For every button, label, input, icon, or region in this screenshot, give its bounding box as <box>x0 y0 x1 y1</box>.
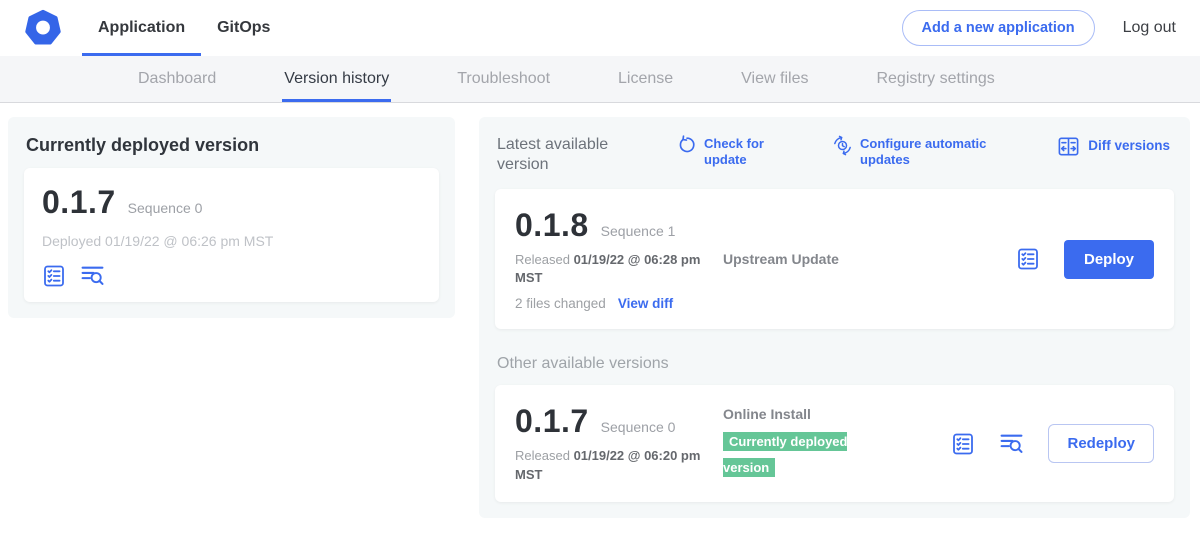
latest-version-number: 0.1.8 <box>515 207 589 244</box>
latest-available-panel: Latest available version Check for updat… <box>479 117 1190 518</box>
diff-table-icon <box>1057 135 1080 158</box>
other-released-timestamp: Released 01/19/22 @ 06:20 pm MST <box>515 447 711 483</box>
currently-deployed-badge-wrap: Currently deployed version <box>723 429 885 482</box>
replicated-logo-icon <box>24 9 62 47</box>
other-version-card: 0.1.7 Sequence 0 Released 01/19/22 @ 06:… <box>495 385 1174 501</box>
online-install-label: Online Install <box>723 406 935 422</box>
subnav-item-view-files[interactable]: View files <box>741 56 808 102</box>
latest-available-title: Latest available version <box>497 135 629 175</box>
preflight-checklist-icon[interactable] <box>951 432 975 456</box>
subnav-item-version-history[interactable]: Version history <box>284 56 389 102</box>
app-subnav: Dashboard Version history Troubleshoot L… <box>0 56 1200 103</box>
latest-version-source: Upstream Update <box>723 251 1000 267</box>
configure-automatic-updates-label: Configure automatic updates <box>860 136 1002 167</box>
current-sequence-label: Sequence 0 <box>128 200 203 216</box>
view-logs-icon[interactable] <box>999 431 1024 456</box>
upstream-update-label: Upstream Update <box>723 251 1000 267</box>
check-for-update-button[interactable]: Check for update <box>677 135 770 167</box>
deployed-timestamp: Deployed 01/19/22 @ 06:26 pm MST <box>42 233 421 249</box>
other-version-source: Online Install Currently deployed versio… <box>723 406 935 482</box>
logout-link[interactable]: Log out <box>1123 19 1176 37</box>
files-changed-row: 2 files changed View diff <box>515 296 723 311</box>
top-header: Application GitOps Add a new application… <box>0 0 1200 56</box>
refresh-icon <box>677 135 697 155</box>
other-sequence-label: Sequence 0 <box>601 419 676 435</box>
main-content: Currently deployed version 0.1.7 Sequenc… <box>0 103 1200 518</box>
tab-gitops-label: GitOps <box>217 19 270 37</box>
subnav-item-license[interactable]: License <box>618 56 673 102</box>
current-version-number: 0.1.7 <box>42 184 116 221</box>
view-diff-link[interactable]: View diff <box>618 296 673 311</box>
latest-version-info: 0.1.8 Sequence 1 Released 01/19/22 @ 06:… <box>515 207 723 311</box>
configure-automatic-updates-button[interactable]: Configure automatic updates <box>832 135 1002 167</box>
version-row: 0.1.7 Sequence 0 <box>42 184 421 221</box>
diff-versions-label: Diff versions <box>1088 138 1170 154</box>
tab-gitops[interactable]: GitOps <box>201 0 286 56</box>
subnav-item-dashboard[interactable]: Dashboard <box>138 56 216 102</box>
preflight-checklist-icon[interactable] <box>1016 247 1040 271</box>
subnav-item-registry-settings[interactable]: Registry settings <box>876 56 994 102</box>
latest-version-actions: Deploy <box>1016 240 1154 279</box>
other-version-number: 0.1.7 <box>515 403 589 440</box>
diff-versions-button[interactable]: Diff versions <box>1057 135 1170 158</box>
deploy-button[interactable]: Deploy <box>1064 240 1154 279</box>
version-row: 0.1.8 Sequence 1 <box>515 207 723 244</box>
other-version-actions: Redeploy <box>951 424 1154 463</box>
latest-sequence-label: Sequence 1 <box>601 223 676 239</box>
released-label: Released <box>515 252 570 267</box>
latest-released-timestamp: Released 01/19/22 @ 06:28 pm MST <box>515 251 711 287</box>
subnav-item-troubleshoot[interactable]: Troubleshoot <box>457 56 550 102</box>
preflight-checklist-icon[interactable] <box>42 264 66 288</box>
files-changed-count: 2 files changed <box>515 296 606 311</box>
tab-application-label: Application <box>98 19 185 37</box>
currently-deployed-title: Currently deployed version <box>26 135 437 156</box>
latest-available-header: Latest available version Check for updat… <box>497 135 1174 175</box>
header-tabs: Application GitOps <box>82 0 286 56</box>
clock-refresh-icon <box>832 135 853 156</box>
add-new-application-button[interactable]: Add a new application <box>902 10 1095 46</box>
header-right: Add a new application Log out <box>902 10 1176 46</box>
other-version-info: 0.1.7 Sequence 0 Released 01/19/22 @ 06:… <box>515 403 723 483</box>
tab-application[interactable]: Application <box>82 0 201 56</box>
current-version-actions <box>42 263 421 288</box>
version-row: 0.1.7 Sequence 0 <box>515 403 723 440</box>
currently-deployed-card: 0.1.7 Sequence 0 Deployed 01/19/22 @ 06:… <box>24 168 439 302</box>
view-logs-icon[interactable] <box>80 263 105 288</box>
check-for-update-label: Check for update <box>704 136 770 167</box>
other-available-versions-title: Other available versions <box>497 355 1172 373</box>
latest-version-card: 0.1.8 Sequence 1 Released 01/19/22 @ 06:… <box>495 189 1174 329</box>
released-label: Released <box>515 448 570 463</box>
currently-deployed-badge: Currently deployed version <box>723 432 847 477</box>
redeploy-button[interactable]: Redeploy <box>1048 424 1154 463</box>
currently-deployed-panel: Currently deployed version 0.1.7 Sequenc… <box>8 117 455 318</box>
